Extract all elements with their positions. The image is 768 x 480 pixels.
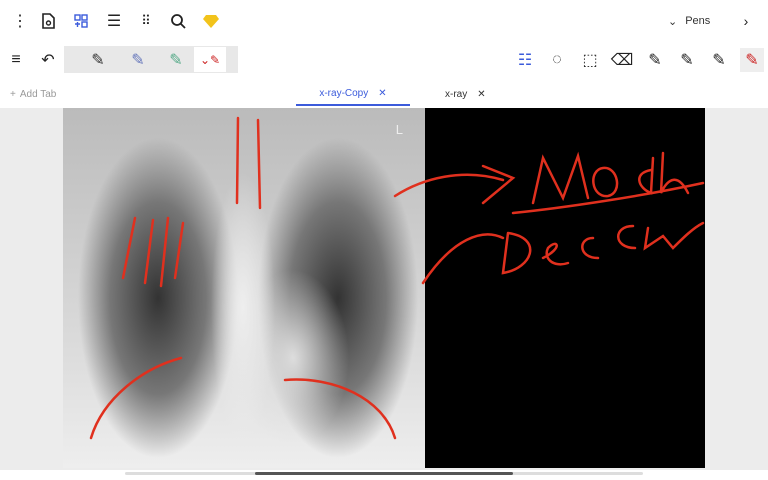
chevron-down-icon: ⌄: [668, 16, 678, 28]
pen-green-icon[interactable]: ✎: [164, 48, 188, 72]
premium-diamond-icon[interactable]: [199, 9, 223, 33]
pen-icon[interactable]: ✎: [643, 48, 667, 72]
pen-icon[interactable]: ✎: [675, 48, 699, 72]
menu-icon[interactable]: ≡: [4, 48, 28, 72]
document-settings-icon[interactable]: [36, 9, 60, 33]
ink-annotations: [89, 116, 705, 440]
adjust-icon[interactable]: ☷: [513, 48, 537, 72]
pens-label: Pens: [685, 15, 711, 27]
canvas-area[interactable]: L: [0, 108, 768, 470]
horizontal-scrollbar[interactable]: [125, 472, 643, 475]
document-page[interactable]: L: [63, 108, 705, 468]
select-icon[interactable]: ⬚: [578, 48, 602, 72]
close-icon[interactable]: ✕: [477, 89, 485, 100]
plus-icon: +: [10, 88, 16, 100]
pen-active-icon[interactable]: ✎: [740, 48, 764, 72]
pen-red-selected[interactable]: ⌄✎: [194, 47, 226, 72]
list-icon[interactable]: ☰: [102, 9, 126, 33]
add-tab-label: Add Tab: [19, 88, 57, 100]
eraser-icon[interactable]: ⌫: [610, 48, 634, 72]
tab-x-ray-copy[interactable]: x-ray-Copy ✕: [296, 82, 410, 106]
search-icon[interactable]: [166, 9, 190, 33]
scrollbar-thumb[interactable]: [255, 472, 513, 475]
tab-x-ray[interactable]: x-ray ✕: [445, 82, 486, 106]
chevron-right-icon[interactable]: ›: [734, 9, 758, 33]
layout-grid-icon[interactable]: [69, 9, 93, 33]
more-vertical-icon[interactable]: ⋮: [8, 9, 32, 33]
pen-icon[interactable]: ✎: [707, 48, 731, 72]
tab-label: x-ray-Copy: [319, 87, 369, 99]
undo-icon[interactable]: ↶: [36, 48, 60, 72]
lasso-icon[interactable]: ◌: [545, 48, 569, 72]
close-icon[interactable]: ✕: [378, 88, 386, 99]
tab-label: x-ray: [445, 88, 468, 100]
pens-dropdown[interactable]: ⌄ Pens: [668, 15, 710, 28]
add-tab-button[interactable]: + Add Tab: [10, 82, 56, 106]
pen-blue-icon[interactable]: ✎: [126, 48, 150, 72]
apps-grid-icon[interactable]: ⠿: [134, 9, 158, 33]
pen-presets: ✎ ✎ ✎ ⌄✎: [64, 46, 238, 73]
pen-black-icon[interactable]: ✎: [86, 48, 110, 72]
